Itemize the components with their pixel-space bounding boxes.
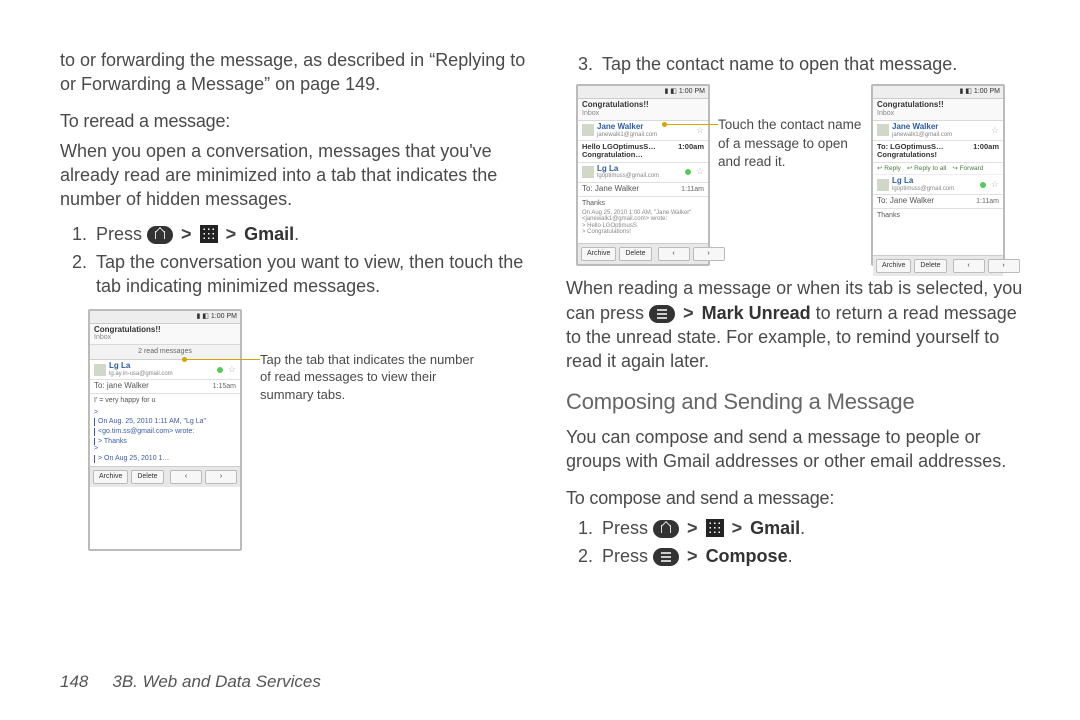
compose-subhead: To compose and send a message: bbox=[566, 486, 1032, 510]
intro-text: to or forwarding the message, as describ… bbox=[60, 48, 526, 97]
apps-grid-icon bbox=[706, 519, 724, 537]
compose-step-1: Press > > Gmail. bbox=[598, 516, 1032, 540]
callout-read-tab: Tap the tab that indicates the number of… bbox=[260, 351, 480, 404]
compose-step-2: Press > Compose. bbox=[598, 544, 1032, 568]
callout-touch-contact: Touch the contact name of a message to o… bbox=[718, 116, 863, 171]
reread-subhead: To reread a message: bbox=[60, 109, 526, 133]
apps-grid-icon bbox=[200, 225, 218, 243]
step-2: Tap the conversation you want to view, t… bbox=[92, 250, 526, 299]
step-1: Press > > Gmail. bbox=[92, 222, 526, 246]
phone-screenshot-message-open: ▮◧1:00 PM Congratulations!!Inbox Jane Wa… bbox=[871, 84, 1005, 266]
section-heading-compose: Composing and Sending a Message bbox=[566, 387, 1032, 417]
reread-para: When you open a conversation, messages t… bbox=[60, 139, 526, 212]
home-icon bbox=[653, 520, 679, 538]
home-icon bbox=[147, 226, 173, 244]
phone-screenshot-contact-list: ▮◧1:00 PM Congratulations!!Inbox Jane Wa… bbox=[576, 84, 710, 266]
step-3: Tap the contact name to open that messag… bbox=[598, 52, 1032, 76]
read-messages-tab: 2 read messages bbox=[90, 345, 240, 360]
phone-screenshot-reread: ▮◧1:00 PM Congratulations!!Inbox 2 read … bbox=[88, 309, 242, 551]
menu-icon bbox=[653, 548, 679, 566]
page-footer: 1483B. Web and Data Services bbox=[60, 672, 321, 692]
compose-intro: You can compose and send a message to pe… bbox=[566, 425, 1032, 474]
menu-icon bbox=[649, 305, 675, 323]
mark-unread-para: When reading a message or when its tab i… bbox=[566, 276, 1032, 373]
